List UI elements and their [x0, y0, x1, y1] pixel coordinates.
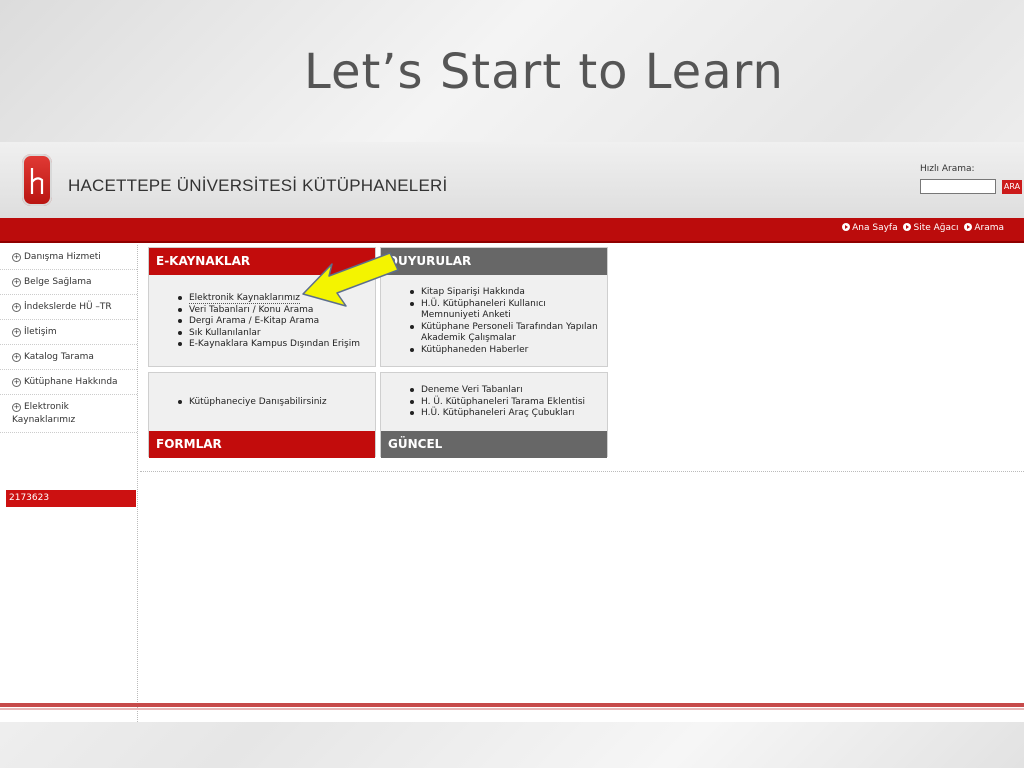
plus-circle-icon: + [12, 328, 21, 337]
current-links: Deneme Veri Tabanları H. Ü. Kütüphaneler… [408, 385, 585, 420]
arrow-circle-icon [903, 223, 912, 231]
link-search-plugin[interactable]: H. Ü. Kütüphaneleri Tarama Eklentisi [408, 397, 585, 409]
yellow-pointer-arrow-icon [302, 252, 399, 307]
forms-links: Kütüphaneciye Danışabilirsiniz [176, 397, 327, 409]
site-header: HACETTEPE ÜNİVERSİTESİ KÜTÜPHANELERİ Hız… [0, 142, 1024, 218]
link-favorites[interactable]: Sık Kullanılanlar [176, 328, 360, 340]
university-logo-icon [22, 154, 52, 206]
link-journal-ebook-search[interactable]: Dergi Arama / E-Kitap Arama [176, 316, 360, 328]
sidebar-item-electronic-resources[interactable]: + Elektronik Kaynaklarımız [0, 395, 137, 433]
quick-search-input[interactable] [920, 179, 996, 194]
sidebar-item-about-library[interactable]: + Kütüphane Hakkında [0, 370, 137, 395]
slide-title: Let’s Start to Learn [304, 44, 784, 100]
link-staff-publications[interactable]: Kütüphane Personeli Tarafından Yapılan A… [408, 322, 604, 345]
plus-circle-icon: + [12, 378, 21, 387]
quick-search-label: Hızlı Arama: [920, 164, 975, 174]
link-book-order[interactable]: Kitap Siparişi Hakkında [408, 287, 604, 299]
plus-circle-icon: + [12, 278, 21, 287]
top-nav-bar: Ana Sayfa Site Ağacı Arama [0, 218, 1024, 243]
panel-announcements: DUYURULAR Kitap Siparişi Hakkında H.Ü. K… [380, 247, 608, 367]
plus-circle-icon: + [12, 253, 21, 262]
sidebar-item-catalog-search[interactable]: + Katalog Tarama [0, 345, 137, 370]
panel-title: FORMLAR [149, 431, 375, 458]
sidebar-item-reference[interactable]: + Danışma Hizmeti [0, 245, 137, 270]
announcement-links: Kitap Siparişi Hakkında H.Ü. Kütüphanele… [408, 287, 604, 356]
footer-bar [0, 703, 1024, 707]
plus-circle-icon: + [12, 403, 21, 412]
nav-search-link[interactable]: Arama [964, 223, 1004, 233]
sidebar-item-document-delivery[interactable]: + Belge Sağlama [0, 270, 137, 295]
footer-bar-shadow [0, 708, 1024, 710]
visitor-counter: 2173623 [6, 490, 136, 507]
nav-home-link[interactable]: Ana Sayfa [842, 223, 898, 233]
link-trial-databases[interactable]: Deneme Veri Tabanları [408, 385, 585, 397]
plus-circle-icon: + [12, 303, 21, 312]
sidebar: + Danışma Hizmeti + Belge Sağlama + İndeksl… [0, 245, 138, 722]
sidebar-item-contact[interactable]: + İletişim [0, 320, 137, 345]
link-off-campus-access[interactable]: E-Kaynaklara Kampus Dışından Erişim [176, 339, 360, 351]
library-name: HACETTEPE ÜNİVERSİTESİ KÜTÜPHANELERİ [68, 176, 448, 195]
sidebar-item-indexes[interactable]: + İndekslerde HÜ –TR [0, 295, 137, 320]
panel-current: Deneme Veri Tabanları H. Ü. Kütüphaneler… [380, 372, 608, 458]
nav-sitemap-link[interactable]: Site Ağacı [903, 223, 958, 233]
link-library-news[interactable]: Kütüphaneden Haberler [408, 345, 604, 357]
link-toolbars[interactable]: H.Ü. Kütüphaneleri Araç Çubukları [408, 408, 585, 420]
panel-title: GÜNCEL [381, 431, 607, 458]
arrow-circle-icon [842, 223, 851, 231]
plus-circle-icon: + [12, 353, 21, 362]
library-website-screenshot: HACETTEPE ÜNİVERSİTESİ KÜTÜPHANELERİ Hız… [0, 142, 1024, 722]
link-ask-librarian[interactable]: Kütüphaneciye Danışabilirsiniz [176, 397, 327, 409]
top-nav: Ana Sayfa Site Ağacı Arama [839, 223, 1004, 233]
panel-title: DUYURULAR [381, 248, 607, 275]
quick-search-button[interactable]: ARA [1002, 180, 1022, 194]
link-satisfaction-survey[interactable]: H.Ü. Kütüphaneleri Kullanıcı Memnuniyeti… [408, 299, 604, 322]
arrow-circle-icon [964, 223, 973, 231]
panel-forms: Kütüphaneciye Danışabilirsiniz FORMLAR [148, 372, 376, 458]
content-divider [140, 471, 1024, 472]
